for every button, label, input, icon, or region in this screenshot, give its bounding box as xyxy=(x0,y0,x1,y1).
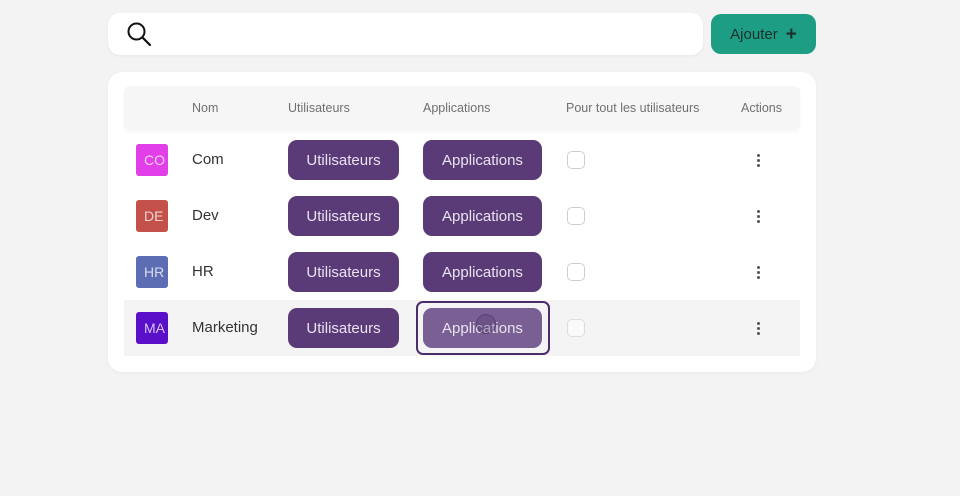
more-vertical-icon[interactable] xyxy=(752,318,764,338)
users-button[interactable]: Utilisateurs xyxy=(288,252,399,292)
header-apps: Applications xyxy=(423,101,491,115)
avatar: CO xyxy=(136,144,168,176)
avatar: DE xyxy=(136,200,168,232)
users-button[interactable]: Utilisateurs xyxy=(288,308,399,348)
more-vertical-icon[interactable] xyxy=(752,262,764,282)
avatar: HR xyxy=(136,256,168,288)
all-users-checkbox[interactable] xyxy=(567,263,585,281)
search-bar[interactable] xyxy=(108,13,703,55)
table-row: MA Marketing Utilisateurs Applications xyxy=(124,300,800,356)
header-users: Utilisateurs xyxy=(288,101,350,115)
group-name: Marketing xyxy=(192,319,258,336)
all-users-checkbox[interactable] xyxy=(567,151,585,169)
applications-button[interactable]: Applications xyxy=(423,252,542,292)
search-icon[interactable] xyxy=(126,21,152,47)
add-button[interactable]: Ajouter + xyxy=(711,14,816,54)
applications-button[interactable]: Applications xyxy=(423,308,542,348)
applications-button[interactable]: Applications xyxy=(423,140,542,180)
table-row: DE Dev Utilisateurs Applications xyxy=(124,188,800,244)
groups-table-card: Nom Utilisateurs Applications Pour tout … xyxy=(108,72,816,372)
all-users-checkbox[interactable] xyxy=(567,207,585,225)
table-row: HR HR Utilisateurs Applications xyxy=(124,244,800,300)
avatar: MA xyxy=(136,312,168,344)
users-button[interactable]: Utilisateurs xyxy=(288,196,399,236)
group-name: HR xyxy=(192,263,214,280)
add-button-label: Ajouter xyxy=(730,25,778,43)
table-row: CO Com Utilisateurs Applications xyxy=(124,132,800,188)
search-input[interactable] xyxy=(162,13,703,55)
all-users-checkbox[interactable] xyxy=(567,319,585,337)
group-name: Com xyxy=(192,151,224,168)
applications-button[interactable]: Applications xyxy=(423,196,542,236)
more-vertical-icon[interactable] xyxy=(752,150,764,170)
header-name: Nom xyxy=(192,101,219,115)
plus-icon: + xyxy=(785,23,797,45)
users-button[interactable]: Utilisateurs xyxy=(288,140,399,180)
more-vertical-icon[interactable] xyxy=(752,206,764,226)
header-actions: Actions xyxy=(741,101,782,115)
group-name: Dev xyxy=(192,207,219,224)
header-all-users: Pour tout les utilisateurs xyxy=(566,101,700,115)
